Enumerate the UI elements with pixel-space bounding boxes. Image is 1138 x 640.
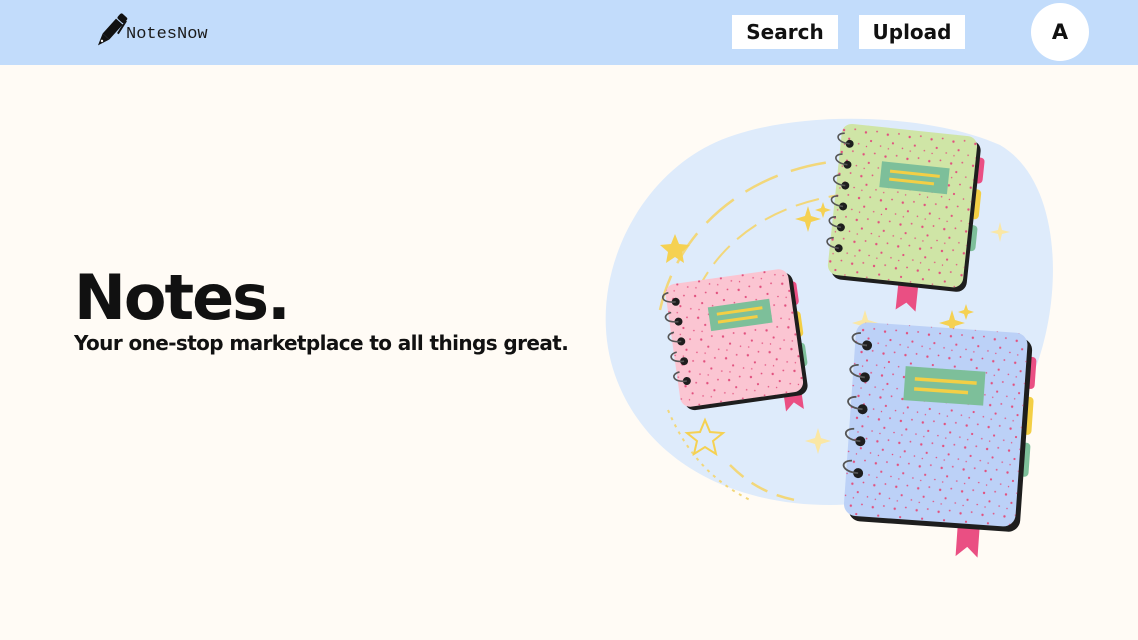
search-button[interactable]: Search [732,15,838,49]
logo-text: NotesNow [126,24,208,44]
upload-button[interactable]: Upload [859,15,965,49]
logo[interactable]: NotesNow [86,8,208,56]
blue-notebook [842,322,1037,558]
hero-title: Notes. [74,261,291,334]
pink-notebook [661,269,808,412]
navbar: NotesNow Search Upload A [0,0,1138,65]
hero-subtitle: Your one-stop marketplace to all things … [74,331,569,355]
avatar[interactable]: A [1031,3,1089,61]
notebooks-illustration [605,118,1053,558]
